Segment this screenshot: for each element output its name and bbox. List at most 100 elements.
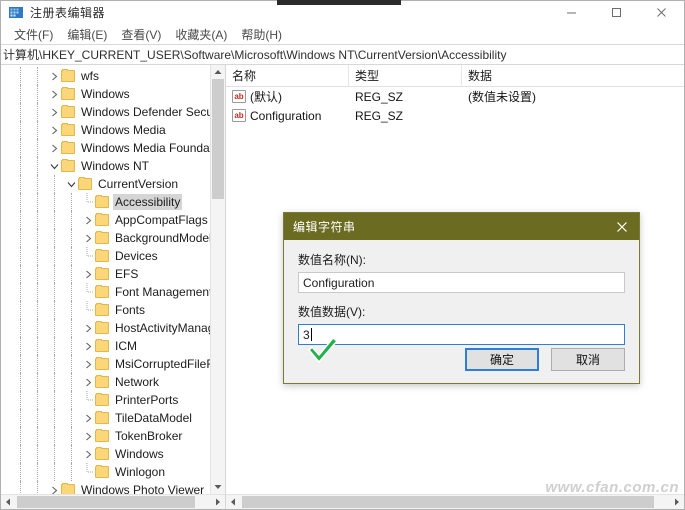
tree-item-tiledatamodel[interactable]: TileDataModel [1,409,211,427]
tree-item-font-management[interactable]: Font Management [1,283,211,301]
folder-icon [95,286,109,298]
minimize-button[interactable] [549,1,594,24]
tree-item-windows[interactable]: Windows [1,445,211,463]
tree-hscroll-track[interactable] [15,495,211,509]
chevron-right-icon[interactable] [81,409,95,427]
tree-hscroll-thumb[interactable] [17,496,195,508]
close-button[interactable] [639,1,684,24]
tree-guide-line [20,391,22,409]
chevron-right-icon[interactable] [81,355,95,373]
tree-guide-line [37,265,39,283]
chevron-right-icon[interactable] [81,211,95,229]
ok-button[interactable]: 确定 [465,348,539,371]
tree-item-windows-defender-securi[interactable]: Windows Defender Securi [1,103,211,121]
value-name-input[interactable]: Configuration [298,272,625,293]
menu-view[interactable]: 查看(V) [114,25,168,44]
tree-leaf-elbow-icon [81,391,95,409]
list-hscroll-thumb[interactable] [242,496,654,508]
chevron-right-icon[interactable] [47,139,61,157]
list-scroll-right-arrow-icon[interactable] [670,495,684,509]
chevron-right-icon[interactable] [81,373,95,391]
value-data-label: 数值数据(V): [298,303,625,320]
folder-icon [78,178,92,190]
scroll-right-arrow-icon[interactable] [211,495,225,509]
tree-guide-line [54,355,56,373]
tree-item-accessibility[interactable]: Accessibility [1,193,211,211]
tree-item-windows[interactable]: Windows [1,85,211,103]
tree-guide-line [37,229,39,247]
tree-item-windows-media-foundatio[interactable]: Windows Media Foundatio [1,139,211,157]
chevron-right-icon[interactable] [47,481,61,494]
chevron-right-icon[interactable] [81,445,95,463]
chevron-right-icon[interactable] [81,337,95,355]
chevron-down-icon[interactable] [64,175,78,193]
tree-guide-line [71,265,73,283]
chevron-right-icon[interactable] [81,265,95,283]
tree-item-winlogon[interactable]: Winlogon [1,463,211,481]
menu-help[interactable]: 帮助(H) [234,25,289,44]
chevron-down-icon[interactable] [47,157,61,175]
menu-edit[interactable]: 编辑(E) [60,25,114,44]
chevron-right-icon[interactable] [47,85,61,103]
folder-icon [61,106,75,118]
value-data-input[interactable]: 3 [298,324,625,345]
chevron-right-icon[interactable] [81,319,95,337]
tree-item-backgroundmodel[interactable]: BackgroundModel [1,229,211,247]
tree-guide-line [37,175,39,193]
tree-item-windows-nt[interactable]: Windows NT [1,157,211,175]
tree-item-printerports[interactable]: PrinterPorts [1,391,211,409]
tree-guide-line [20,193,22,211]
chevron-right-icon[interactable] [81,229,95,247]
dialog-close-button[interactable] [605,213,639,240]
tree-guide-line [20,229,22,247]
tree-leaf-elbow-icon [81,301,95,319]
tree-guide-line [71,337,73,355]
scroll-up-arrow-icon[interactable] [211,65,225,79]
chevron-right-icon[interactable] [47,103,61,121]
maximize-button[interactable] [594,1,639,24]
tree-item-label: PrinterPorts [113,392,180,408]
tree-guide-line [20,175,22,193]
tree-item-appcompatflags[interactable]: AppCompatFlags [1,211,211,229]
tree-item-label: EFS [113,266,140,282]
tree-item-tokenbroker[interactable]: TokenBroker [1,427,211,445]
cancel-button[interactable]: 取消 [551,348,625,371]
chevron-right-icon[interactable] [81,427,95,445]
tree-item-devices[interactable]: Devices [1,247,211,265]
folder-icon [61,160,75,172]
scroll-left-arrow-icon[interactable] [1,495,15,509]
tree-item-wfs[interactable]: wfs [1,67,211,85]
tree-item-network[interactable]: Network [1,373,211,391]
tree-item-windows-media[interactable]: Windows Media [1,121,211,139]
tree-item-windows-photo-viewer[interactable]: Windows Photo Viewer [1,481,211,494]
tree-guide-line [71,211,73,229]
tree-item-label: Accessibility [113,194,182,210]
tree-item-fonts[interactable]: Fonts [1,301,211,319]
column-header-data[interactable]: 数据 [462,65,684,86]
tree-item-currentversion[interactable]: CurrentVersion [1,175,211,193]
tree-vertical-scrollbar[interactable] [210,65,225,494]
list-scroll-left-arrow-icon[interactable] [226,495,240,509]
list-horizontal-scrollbar[interactable] [226,494,684,509]
tree-scroll-track[interactable] [211,79,225,480]
column-header-name[interactable]: 名称 [226,65,349,86]
chevron-right-icon[interactable] [47,121,61,139]
folder-icon [95,448,109,460]
chevron-right-icon[interactable] [47,67,61,85]
column-header-type[interactable]: 类型 [349,65,462,86]
folder-icon [95,322,109,334]
tree-item-label: Windows Photo Viewer [79,482,206,494]
tree-item-icm[interactable]: ICM [1,337,211,355]
scroll-down-arrow-icon[interactable] [211,480,225,494]
tree-item-hostactivitymanager[interactable]: HostActivityManager [1,319,211,337]
menu-favorites[interactable]: 收藏夹(A) [168,25,234,44]
value-row[interactable]: ab(默认)REG_SZ(数值未设置) [226,87,684,106]
tree-horizontal-scrollbar[interactable] [1,494,225,509]
tree-item-efs[interactable]: EFS [1,265,211,283]
list-hscroll-track[interactable] [240,495,670,509]
value-row[interactable]: abConfigurationREG_SZ [226,106,684,125]
menu-file[interactable]: 文件(F) [7,25,60,44]
tree-item-msicorruptedfilerec[interactable]: MsiCorruptedFileRec [1,355,211,373]
address-bar[interactable]: 计算机\HKEY_CURRENT_USER\Software\Microsoft… [1,44,684,65]
tree-scroll-thumb[interactable] [212,79,224,199]
